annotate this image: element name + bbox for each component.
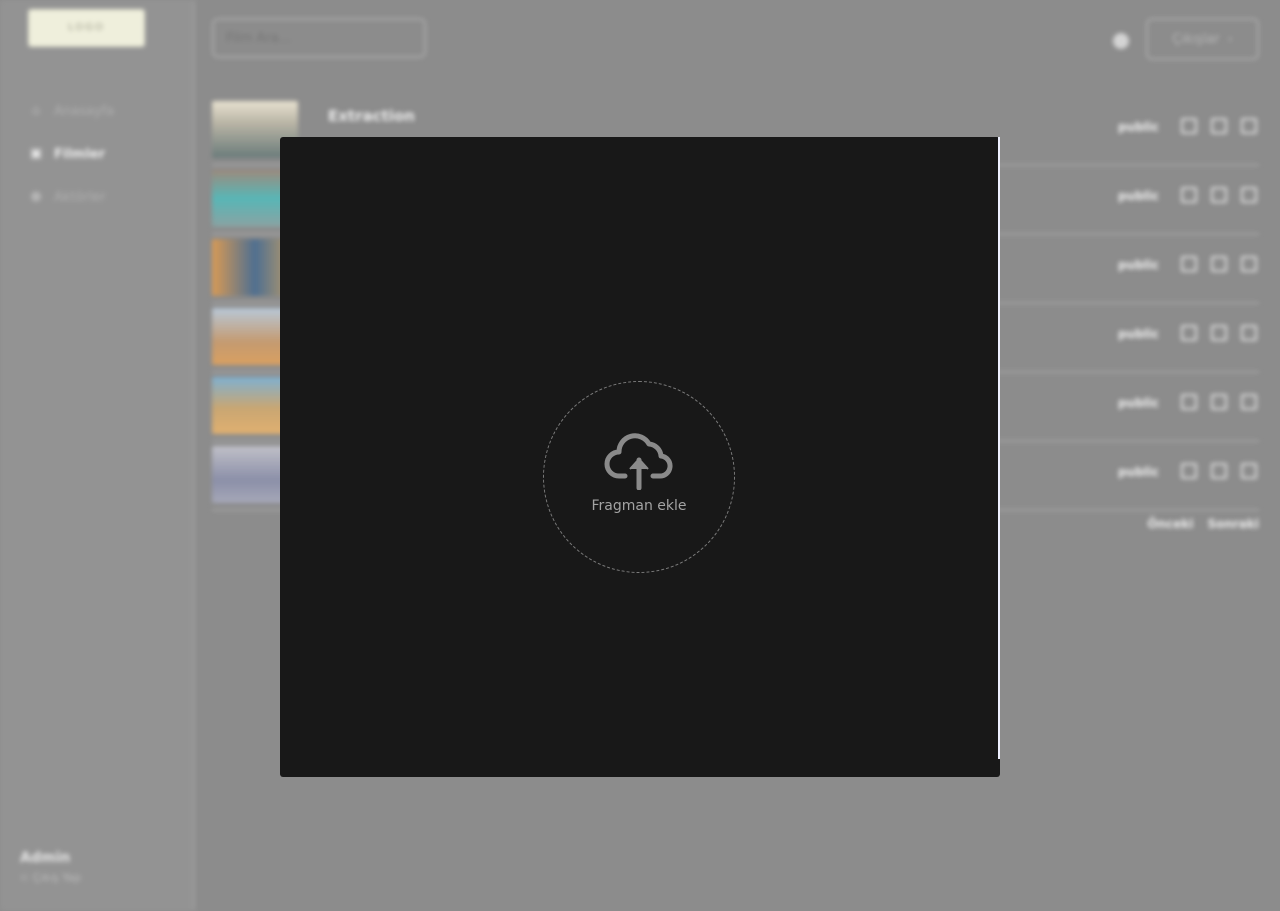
status-badge: public bbox=[1117, 189, 1159, 203]
user-name: Admin bbox=[20, 850, 71, 866]
status-badge: public bbox=[1117, 258, 1159, 272]
sidebar-item-actors[interactable]: ● Aktörler bbox=[28, 186, 114, 208]
sidebar-item-label: Filmler bbox=[54, 146, 106, 162]
delete-icon[interactable] bbox=[1181, 256, 1197, 272]
sidebar-item-label: Aktörler bbox=[54, 189, 106, 205]
edit-icon[interactable] bbox=[1211, 325, 1227, 341]
edit-icon[interactable] bbox=[1211, 187, 1227, 203]
edit-icon[interactable] bbox=[1211, 118, 1227, 134]
delete-icon[interactable] bbox=[1181, 187, 1197, 203]
sidebar: LOGO ⌂ Anasayfa ▣ Filmler ● Aktörler Adm… bbox=[0, 0, 195, 911]
external-link-icon[interactable] bbox=[1241, 325, 1257, 341]
sidebar-nav: ⌂ Anasayfa ▣ Filmler ● Aktörler bbox=[28, 100, 114, 229]
sidebar-item-home[interactable]: ⌂ Anasayfa bbox=[28, 100, 114, 122]
row-actions bbox=[1181, 463, 1257, 479]
sidebar-logout-link[interactable]: ⊂ Çıkış Yap bbox=[20, 871, 81, 884]
edit-icon[interactable] bbox=[1211, 256, 1227, 272]
row-actions bbox=[1181, 187, 1257, 203]
row-actions bbox=[1181, 394, 1257, 410]
sidebar-item-label: Anasayfa bbox=[54, 103, 115, 119]
status-badge: public bbox=[1117, 465, 1159, 479]
prev-page-button[interactable]: Önceki bbox=[1147, 517, 1193, 531]
film-title[interactable]: Extraction bbox=[328, 107, 415, 125]
modal-edge bbox=[998, 137, 1000, 759]
chevron-right-icon: › bbox=[1227, 31, 1233, 47]
logo: LOGO bbox=[28, 9, 145, 47]
theme-toggle-icon[interactable] bbox=[1113, 33, 1129, 49]
search-input[interactable] bbox=[212, 18, 426, 58]
external-link-icon[interactable] bbox=[1241, 187, 1257, 203]
external-link-icon[interactable] bbox=[1241, 463, 1257, 479]
status-badge: public bbox=[1117, 327, 1159, 341]
home-icon: ⌂ bbox=[31, 103, 41, 118]
next-page-button[interactable]: Sonraki bbox=[1207, 517, 1259, 531]
row-actions bbox=[1181, 118, 1257, 134]
upload-label: Fragman ekle bbox=[591, 498, 687, 514]
logout-label: Çıkışlar bbox=[1172, 31, 1220, 47]
external-link-icon[interactable] bbox=[1241, 394, 1257, 410]
sidebar-item-films[interactable]: ▣ Filmler bbox=[28, 143, 114, 165]
user-box: Admin ⊂ Çıkış Yap bbox=[20, 850, 81, 884]
pagination: Önceki Sonraki bbox=[1147, 517, 1259, 531]
delete-icon[interactable] bbox=[1181, 325, 1197, 341]
delete-icon[interactable] bbox=[1181, 394, 1197, 410]
user-icon: ● bbox=[30, 189, 42, 204]
external-link-icon[interactable] bbox=[1241, 256, 1257, 272]
status-badge: public bbox=[1117, 396, 1159, 410]
trailer-upload-modal: Fragman ekle bbox=[280, 137, 1000, 777]
upload-dropzone[interactable]: Fragman ekle bbox=[543, 381, 735, 573]
row-actions bbox=[1181, 256, 1257, 272]
logout-button[interactable]: Çıkışlar › bbox=[1146, 18, 1259, 60]
status-badge: public bbox=[1117, 120, 1159, 134]
delete-icon[interactable] bbox=[1181, 463, 1197, 479]
cloud-upload-icon bbox=[604, 433, 673, 490]
edit-icon[interactable] bbox=[1211, 463, 1227, 479]
edit-icon[interactable] bbox=[1211, 394, 1227, 410]
delete-icon[interactable] bbox=[1181, 118, 1197, 134]
external-link-icon[interactable] bbox=[1241, 118, 1257, 134]
film-icon: ▣ bbox=[29, 146, 43, 161]
row-actions bbox=[1181, 325, 1257, 341]
